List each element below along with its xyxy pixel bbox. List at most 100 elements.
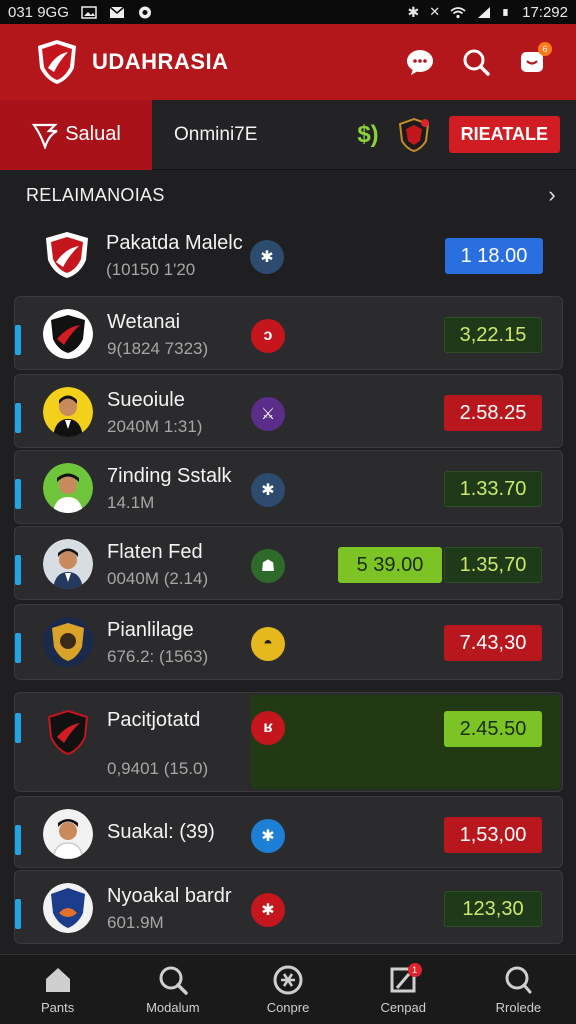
- market-icon: ☗: [251, 549, 285, 583]
- row-accent: [15, 825, 21, 855]
- status-left-text: 031 9GG: [8, 3, 69, 21]
- nav-badge: 1: [407, 963, 422, 977]
- search-icon: [159, 966, 188, 995]
- row-accent: [15, 899, 21, 929]
- section-header[interactable]: RELAIMANOIAS ›: [26, 182, 556, 208]
- odds-button[interactable]: 1 18.00: [445, 238, 543, 274]
- odds-button[interactable]: 2.45.50: [444, 711, 542, 747]
- row-accent: [15, 403, 21, 433]
- odds-button[interactable]: 3,22.15: [444, 317, 542, 353]
- team-meta: 14.1M: [107, 493, 155, 512]
- row-accent: [15, 325, 21, 355]
- nav-item-compare[interactable]: Conpre: [230, 955, 345, 1024]
- team-meta: (10150 1'20: [106, 260, 196, 279]
- nav-label: Cenpad: [380, 1000, 426, 1015]
- team-meta: 0040M (2.14): [107, 569, 209, 588]
- mute-icon: ✕: [429, 4, 441, 19]
- nav-item-flag[interactable]: 1 Cenpad: [346, 955, 461, 1024]
- notification-badge: 6: [538, 42, 552, 56]
- odds-button[interactable]: 1.35,70: [444, 547, 542, 583]
- market-icon: ⚔: [251, 397, 285, 431]
- gallery-icon: [81, 5, 97, 19]
- row-accent: [15, 633, 21, 663]
- team-meta: 2040M 1:31): [107, 417, 203, 436]
- team-crest-icon: [43, 883, 93, 933]
- status-time: 17:292: [522, 3, 568, 21]
- section-title: RELAIMANOIAS: [26, 184, 165, 205]
- battery-icon: [503, 8, 508, 16]
- odds-button[interactable]: 123,30: [444, 891, 542, 927]
- match-row[interactable]: Pakatda Malelc (10150 1'20 ✱ 1 18.00: [14, 218, 563, 292]
- match-row[interactable]: Pacitjotatd 0,9401 (15.0) ʁ 2.45.50: [14, 692, 563, 792]
- row-accent: [15, 713, 21, 743]
- team-meta: 9(1824 7323): [107, 339, 209, 358]
- team-meta: 676.2: (1563): [107, 647, 209, 666]
- odds-button-alt[interactable]: 5 39.00: [338, 547, 442, 583]
- team-name: 7inding Sstalk: [107, 465, 232, 487]
- market-icon: ✱: [251, 893, 285, 927]
- nav-item-chat[interactable]: Rrolede: [461, 955, 576, 1024]
- chat-icon: [505, 966, 532, 994]
- team-name: Nyoakal bardr: [107, 885, 232, 907]
- wifi-icon: [450, 6, 466, 18]
- mail-icon: [109, 5, 125, 18]
- compare-icon: [273, 965, 303, 995]
- match-row[interactable]: Flaten Fed 0040M (2.14) ☗ 5 39.00 1.35,7…: [14, 526, 563, 600]
- market-icon: ✱: [250, 240, 284, 274]
- team-crest-icon: [46, 232, 88, 278]
- team-name: Pianlilage: [107, 619, 194, 641]
- market-icon: ✱: [251, 819, 285, 853]
- search-icon: [463, 49, 490, 76]
- tab-active[interactable]: Salual: [0, 99, 152, 170]
- messages-button[interactable]: [404, 46, 436, 78]
- app-header: UDAHRASIA 6: [0, 24, 576, 100]
- team-name: Wetanai: [107, 311, 181, 333]
- team-shield-icon[interactable]: [397, 117, 431, 153]
- odds-button[interactable]: 2.58.25: [444, 395, 542, 431]
- odds-button[interactable]: 1.33.70: [444, 471, 542, 507]
- bluetooth-icon: ✱: [407, 3, 420, 20]
- chevron-right-icon[interactable]: ›: [548, 182, 556, 208]
- team-name: Pacitjotatd: [107, 709, 201, 731]
- team-crest-icon: [43, 617, 93, 667]
- match-row[interactable]: Wetanai 9(1824 7323) ɔ 3,22.15: [14, 296, 563, 370]
- team-name: Flaten Fed: [107, 541, 203, 563]
- app-title: UDAHRASIA: [92, 49, 229, 74]
- currency-button[interactable]: $): [357, 121, 378, 149]
- row-accent: [15, 555, 21, 585]
- match-row[interactable]: 7inding Sstalk 14.1M ✱ 1.33.70: [14, 450, 563, 524]
- search-button[interactable]: [460, 46, 492, 78]
- nav-item-home[interactable]: Pants: [0, 955, 115, 1024]
- nav-label: Pants: [40, 1000, 75, 1015]
- status-bar: 031 9GG ✱ ✕ 17:292: [0, 0, 576, 24]
- app-logo-icon[interactable]: [34, 38, 80, 86]
- market-icon: ✱: [251, 473, 285, 507]
- nav-item-search[interactable]: Modalum: [115, 955, 230, 1024]
- market-icon: ɔ: [251, 319, 285, 353]
- tab-bar: Salual Onmini7E $) RIEATALE: [0, 99, 576, 170]
- player-avatar-icon: [43, 387, 93, 437]
- tab-second[interactable]: Onmini7E: [174, 124, 257, 146]
- team-meta: 601.9M: [107, 913, 164, 932]
- odds-button[interactable]: 7.43,30: [444, 625, 542, 661]
- action-button[interactable]: RIEATALE: [448, 116, 560, 153]
- nav-label: Modalum: [146, 1000, 200, 1015]
- player-avatar-icon: [43, 463, 93, 513]
- team-meta: 0,9401 (15.0): [107, 759, 209, 778]
- match-row[interactable]: Pianlilage 676.2: (1563) ◓ 7.43,30: [14, 604, 563, 680]
- nav-label: Rrolede: [495, 1000, 542, 1015]
- odds-button[interactable]: 1,53,00: [444, 817, 542, 853]
- market-icon: ◓: [251, 627, 285, 661]
- tab-active-label: Salual: [65, 123, 121, 145]
- signal-icon: [478, 6, 491, 18]
- team-name: Sueoiule: [107, 389, 185, 411]
- team-name: Pakatda Malelc: [106, 232, 243, 254]
- nav-label: Conpre: [266, 1000, 310, 1015]
- match-row[interactable]: Sueoiule 2040M 1:31) ⚔ 2.58.25: [14, 374, 563, 448]
- market-icon: ʁ: [251, 711, 285, 745]
- match-row[interactable]: Suakal: (39) ✱ 1,53,00: [14, 796, 563, 868]
- match-row[interactable]: Nyoakal bardr 601.9M ✱ 123,30: [14, 870, 563, 944]
- notifications-button[interactable]: 6: [516, 42, 552, 78]
- team-name: Suakal: (39): [107, 821, 215, 843]
- player-avatar-icon: [43, 809, 93, 859]
